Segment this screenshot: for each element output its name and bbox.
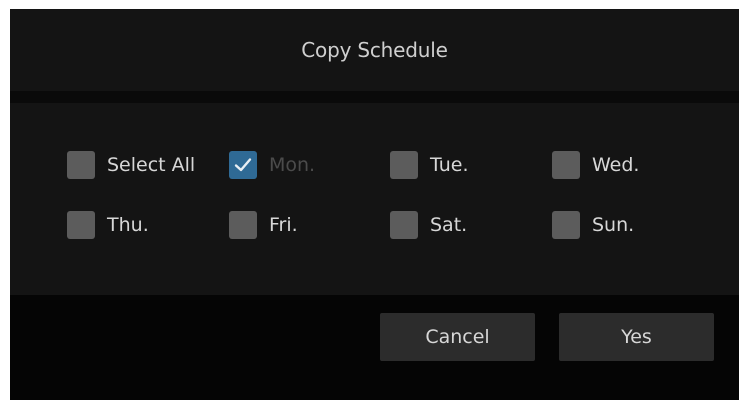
- saturday-checkbox[interactable]: [390, 211, 418, 239]
- monday-option: Mon.: [229, 150, 315, 180]
- monday-label: Mon.: [269, 154, 316, 176]
- saturday-option[interactable]: Sat.: [390, 210, 467, 240]
- wednesday-checkbox[interactable]: [552, 151, 580, 179]
- checkmark-icon: [234, 158, 252, 172]
- select-all-checkbox[interactable]: [67, 151, 95, 179]
- sunday-label: Sun.: [592, 214, 635, 236]
- sunday-checkbox[interactable]: [552, 211, 580, 239]
- friday-checkbox[interactable]: [229, 211, 257, 239]
- tuesday-checkbox[interactable]: [390, 151, 418, 179]
- yes-button[interactable]: Yes: [559, 313, 714, 361]
- wednesday-label: Wed.: [592, 154, 640, 176]
- select-all-label: Select All: [107, 154, 196, 176]
- thursday-option[interactable]: Thu.: [67, 210, 149, 240]
- dialog-title: Copy Schedule: [301, 38, 448, 62]
- monday-checkbox: [229, 151, 257, 179]
- friday-option[interactable]: Fri.: [229, 210, 298, 240]
- dialog-header: Copy Schedule: [10, 9, 739, 91]
- wednesday-option[interactable]: Wed.: [552, 150, 639, 180]
- cancel-button[interactable]: Cancel: [380, 313, 535, 361]
- thursday-checkbox[interactable]: [67, 211, 95, 239]
- tuesday-label: Tue.: [430, 154, 469, 176]
- tuesday-option[interactable]: Tue.: [390, 150, 469, 180]
- select-all-option[interactable]: Select All: [67, 150, 195, 180]
- sunday-option[interactable]: Sun.: [552, 210, 634, 240]
- saturday-label: Sat.: [430, 214, 468, 236]
- thursday-label: Thu.: [107, 214, 149, 236]
- friday-label: Fri.: [269, 214, 298, 236]
- dialog-body: [10, 91, 739, 295]
